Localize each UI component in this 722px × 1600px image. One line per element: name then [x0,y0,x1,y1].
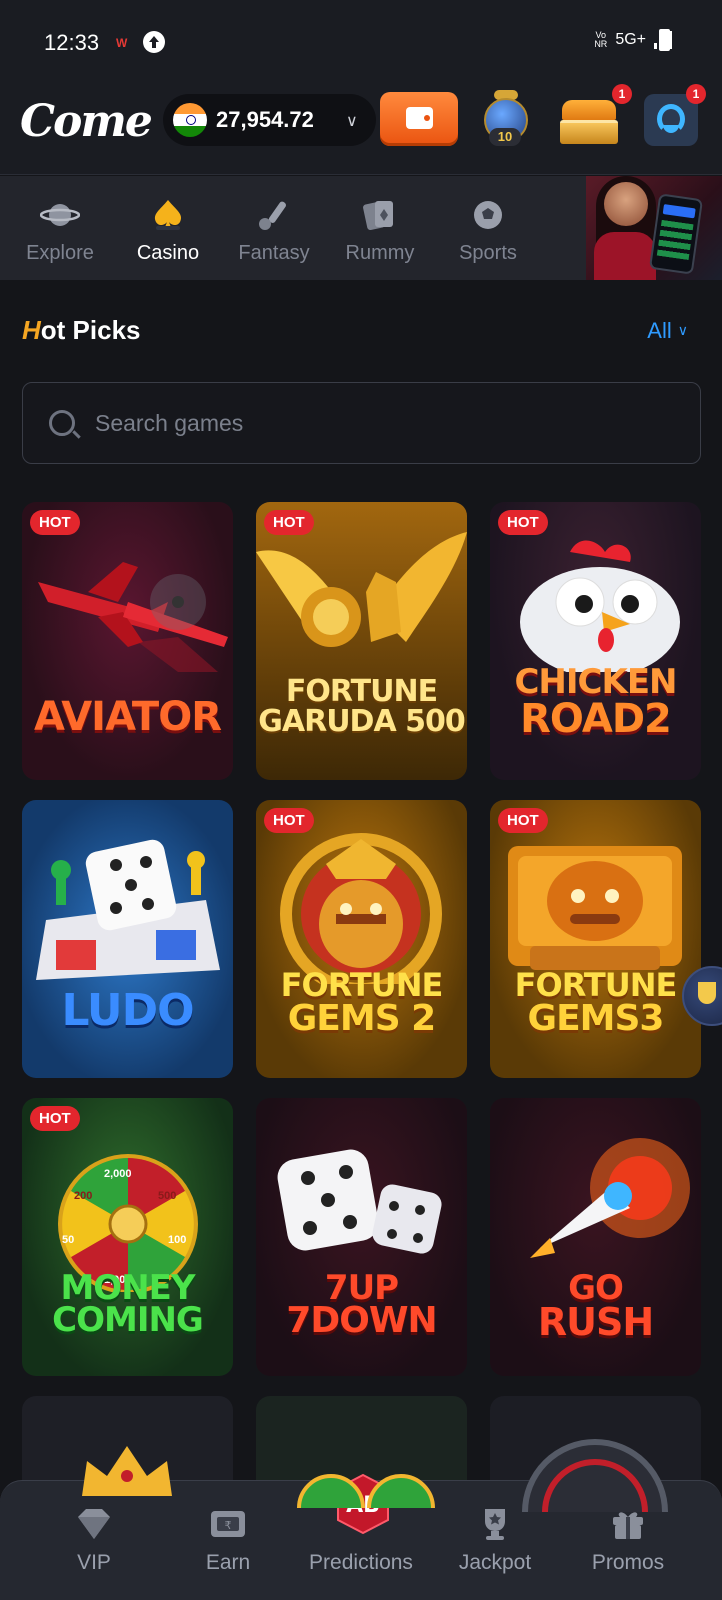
game-title-line-2: GEMS3 [527,998,665,1039]
support-notification-badge: 1 [686,84,706,104]
hot-badge: HOT [498,808,548,833]
nav-label: Jackpot [458,1551,532,1574]
tab-label: Casino [136,242,200,264]
chicken-image [520,540,680,672]
nav-vip[interactable]: VIP [24,1481,164,1600]
roulette-image [297,1474,435,1508]
hot-badge: HOT [264,510,314,535]
jackpot-jar-button[interactable]: 10 [480,90,532,148]
phone-image [648,193,704,275]
game-tile-partial-3[interactable] [490,1396,701,1516]
status-time: 12:33 [44,30,100,55]
garuda-image [256,532,467,647]
cricket-icon [259,201,286,230]
game-title-line-2: GARUDA 500 [258,704,466,739]
jar-level: 10 [489,128,521,146]
svg-text:₹: ₹ [225,1519,232,1532]
app-logo[interactable]: Come [20,96,153,147]
section-title: Hot Picks [22,315,141,345]
game-title-line-1: FORTUNE [285,674,438,709]
balance-amount: 27,954.72 [216,107,314,132]
tab-label: Explore [26,242,94,264]
chest-notification-badge: 1 [612,84,632,104]
tab-label: Fantasy [238,242,310,264]
game-tile-fortune-gems3[interactable]: HOT FORTUNE GEMS3 [490,800,701,1078]
hot-badge: HOT [30,510,80,535]
volte-icon: Vo NR [594,30,608,49]
trophy-icon [485,1509,505,1540]
india-flag-icon [173,103,207,137]
golden-chest-image [508,846,682,970]
game-tile-fortune-gems-2[interactable]: HOT FORTUNE GEMS 2 [256,800,467,1078]
chevron-down-icon: ∨ [677,322,688,338]
app-header: Come 27,954.72 ∨ 10 1 1 [0,78,722,175]
dice-board-image [36,839,220,980]
all-games-link[interactable]: All ∨ [647,318,688,344]
crown-image [82,1446,172,1496]
nav-label: Predictions [309,1551,413,1574]
diamond-icon [78,1509,110,1539]
nav-label: Promos [591,1551,665,1574]
carrier-icon: W [116,36,128,50]
search-icon [49,410,75,436]
spade-icon [154,200,182,230]
game-tile-partial-2[interactable] [256,1396,467,1516]
game-title-line-1: FORTUNE [514,966,678,1004]
hot-badge: HOT [498,510,548,535]
game-tile-go-rush[interactable]: GO RUSH [490,1098,701,1376]
deity-wheel-image [280,833,442,984]
airplane-image [38,562,228,672]
game-tile-fortune-garuda-500[interactable]: HOT FORTUNE GARUDA 500 [256,502,467,780]
hot-badge: HOT [264,808,314,833]
search-box[interactable] [22,382,701,464]
wheel-image [522,1439,668,1512]
game-title: AVIATOR [33,694,222,740]
upload-icon [143,31,165,53]
tab-label: Sports [459,242,517,264]
tab-explore[interactable]: Explore [10,176,110,280]
nav-label: Earn [205,1551,251,1574]
game-title-line-1: CHICKEN [514,662,677,702]
game-title-line-2: GEMS 2 [287,998,436,1039]
tab-sports[interactable]: Sports [438,176,538,280]
promo-banner[interactable] [586,176,722,280]
nav-label: VIP [77,1551,111,1574]
game-tile-7up-7down[interactable]: 7UP 7DOWN [256,1098,467,1376]
search-input[interactable] [95,401,675,445]
game-title: LUDO [61,985,194,1036]
game-title-line-2: 7DOWN [286,1300,437,1341]
game-title-line-1: FORTUNE [280,966,444,1004]
network-type: 5G+ [615,31,646,48]
dice-image [277,1149,442,1254]
game-tile-ludo[interactable]: LUDO [22,800,233,1078]
cards-icon [363,201,393,231]
gift-icon [613,1512,643,1539]
game-tile-chicken-road2[interactable]: HOT CHICKEN ROAD2 [490,502,701,780]
hot-badge: HOT [30,1106,80,1131]
wallet-icon [406,107,433,129]
tab-casino[interactable]: Casino [118,176,218,280]
balance-selector[interactable]: 27,954.72 ∨ [163,94,376,146]
battery-icon [659,29,670,51]
rocket-image [530,1138,690,1258]
category-nav: Explore Casino Fantasy Rummy Sports [0,176,722,280]
game-tile-aviator[interactable]: HOT AVIATOR [22,502,233,780]
planet-icon [40,204,80,226]
tab-fantasy[interactable]: Fantasy [224,176,324,280]
chevron-down-icon: ∨ [346,113,358,130]
earn-icon: ₹ [211,1511,245,1537]
game-tile-money-coming[interactable]: HOT 2,000 500 200 50 100 1,000 MONEY COM… [22,1098,233,1376]
football-icon [474,201,502,229]
game-title-line-2: COMING [52,1300,204,1340]
tab-rummy[interactable]: Rummy [330,176,430,280]
game-title-line-2: RUSH [537,1300,654,1344]
game-title-line-2: ROAD2 [520,696,672,742]
status-bar: 12:33 W Vo NR 5G+ [0,0,722,78]
treasure-chest-button[interactable] [558,94,620,146]
tab-label: Rummy [345,242,415,264]
wallet-button[interactable] [380,92,458,146]
